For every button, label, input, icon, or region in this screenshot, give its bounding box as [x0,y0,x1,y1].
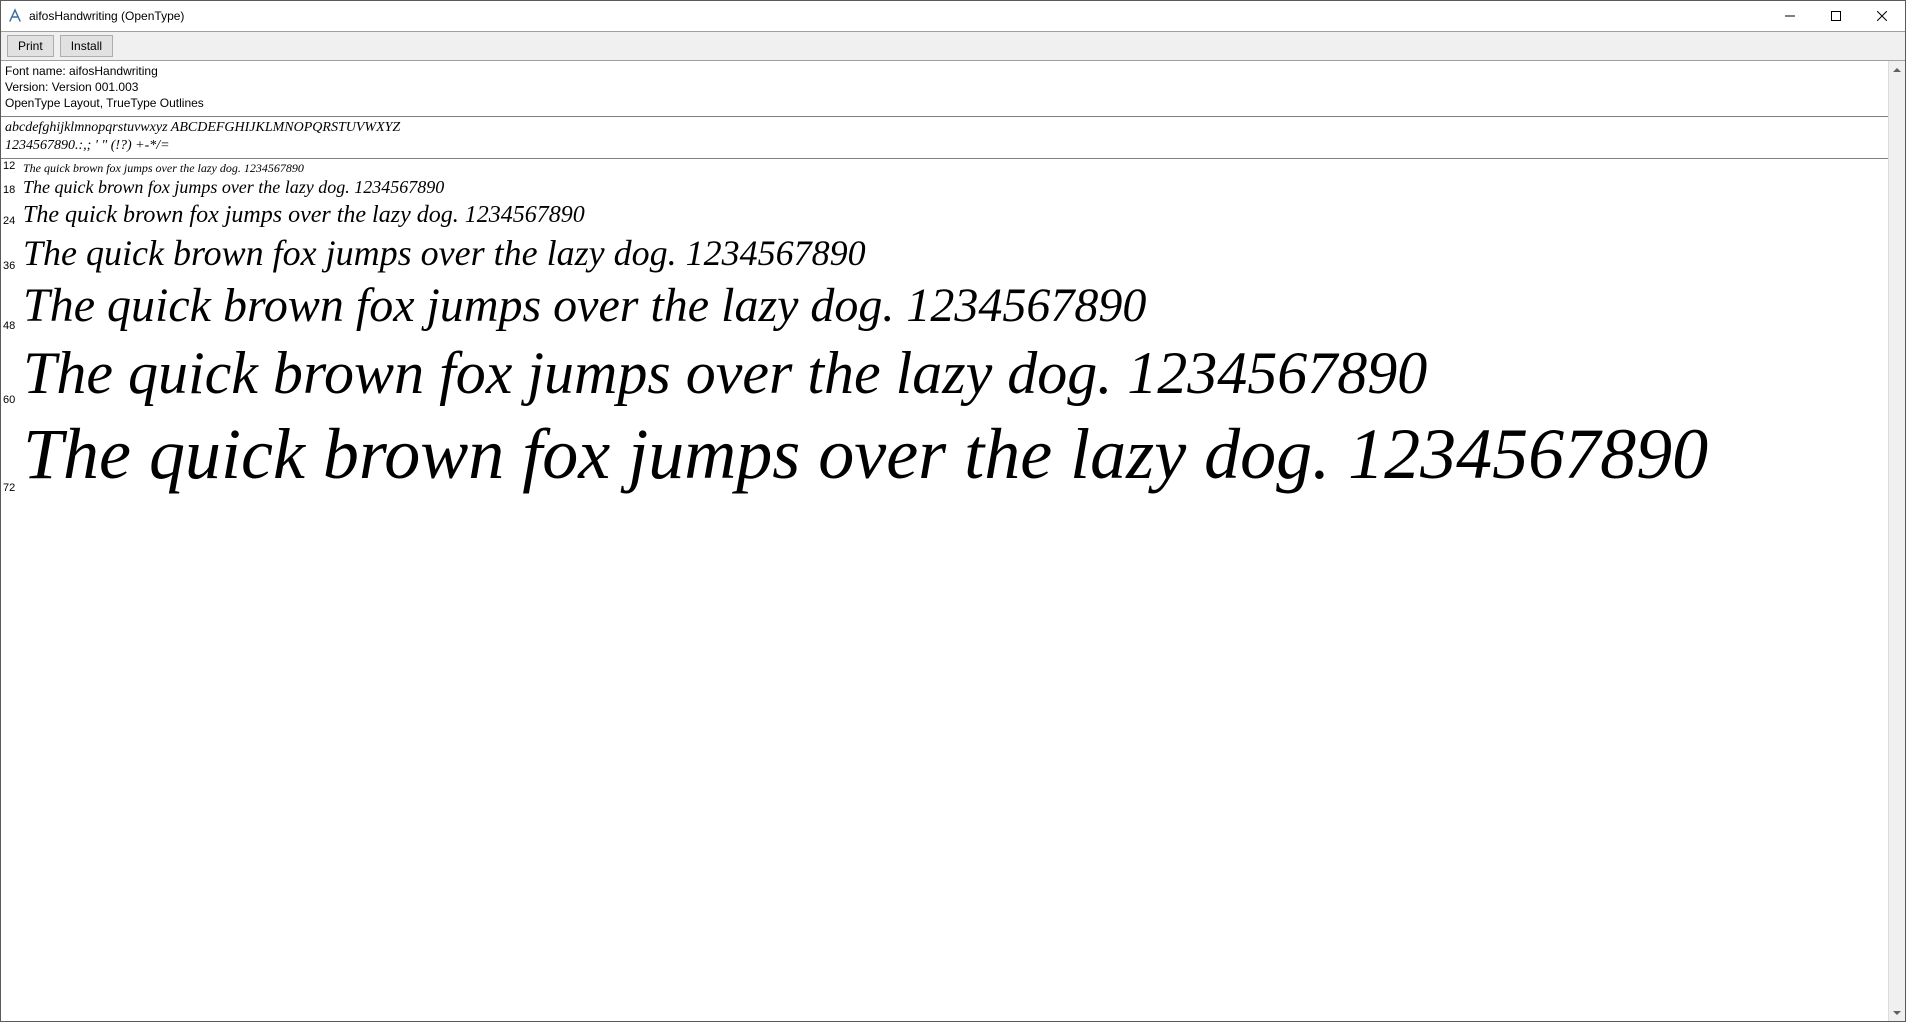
font-info: Font name: aifosHandwriting Version: Ver… [1,61,1888,117]
sample-row-36: 36The quick brown fox jumps over the laz… [1,232,1888,277]
sample-row-48: 48The quick brown fox jumps over the laz… [1,277,1888,337]
font-version-line: Version: Version 001.003 [5,79,1884,95]
sample-text: The quick brown fox jumps over the lazy … [21,277,1146,335]
sample-size-label: 18 [3,185,21,199]
titlebar-left: aifosHandwriting (OpenType) [7,8,184,24]
sample-size-label: 72 [3,483,21,497]
scroll-track[interactable] [1889,78,1905,1004]
font-preview-window: aifosHandwriting (OpenType) Print Instal… [0,0,1906,1022]
vertical-scrollbar[interactable] [1888,61,1905,1021]
sample-size-label: 24 [3,216,21,230]
sample-size-label: 48 [3,321,21,335]
sample-text: The quick brown fox jumps over the lazy … [21,177,444,199]
sample-size-label: 12 [3,161,21,175]
close-button[interactable] [1859,1,1905,31]
install-button[interactable]: Install [60,35,113,57]
content-wrapper: Font name: aifosHandwriting Version: Ver… [1,61,1905,1021]
sample-size-label: 36 [3,261,21,275]
sample-text: The quick brown fox jumps over the lazy … [21,411,1708,497]
print-button[interactable]: Print [7,35,54,57]
charset-line-2: 1234567890.:,; ' " (!?) +-*/= [5,137,1884,155]
minimize-button[interactable] [1767,1,1813,31]
sample-row-12: 12The quick brown fox jumps over the laz… [1,161,1888,177]
sample-text: The quick brown fox jumps over the lazy … [21,161,304,175]
font-layout-line: OpenType Layout, TrueType Outlines [5,95,1884,111]
sample-row-60: 60The quick brown fox jumps over the laz… [1,337,1888,411]
content-area: Font name: aifosHandwriting Version: Ver… [1,61,1888,1021]
window-controls [1767,1,1905,31]
maximize-button[interactable] [1813,1,1859,31]
app-icon [7,8,23,24]
titlebar: aifosHandwriting (OpenType) [1,1,1905,31]
sample-text: The quick brown fox jumps over the lazy … [21,337,1427,409]
charset-line-1: abcdefghijklmnopqrstuvwxyz ABCDEFGHIJKLM… [5,119,1884,137]
window-title: aifosHandwriting (OpenType) [29,9,184,23]
sample-row-24: 24The quick brown fox jumps over the laz… [1,201,1888,232]
scroll-up-arrow[interactable] [1889,61,1905,78]
scroll-down-arrow[interactable] [1889,1004,1905,1021]
sample-row-72: 72The quick brown fox jumps over the laz… [1,411,1888,499]
font-name-line: Font name: aifosHandwriting [5,63,1884,79]
sample-text: The quick brown fox jumps over the lazy … [21,232,866,275]
sample-row-18: 18The quick brown fox jumps over the laz… [1,177,1888,201]
sample-size-label: 60 [3,395,21,409]
size-samples: 12The quick brown fox jumps over the laz… [1,159,1888,499]
sample-text: The quick brown fox jumps over the lazy … [21,201,585,230]
toolbar: Print Install [1,31,1905,61]
charset-sample: abcdefghijklmnopqrstuvwxyz ABCDEFGHIJKLM… [1,117,1888,159]
